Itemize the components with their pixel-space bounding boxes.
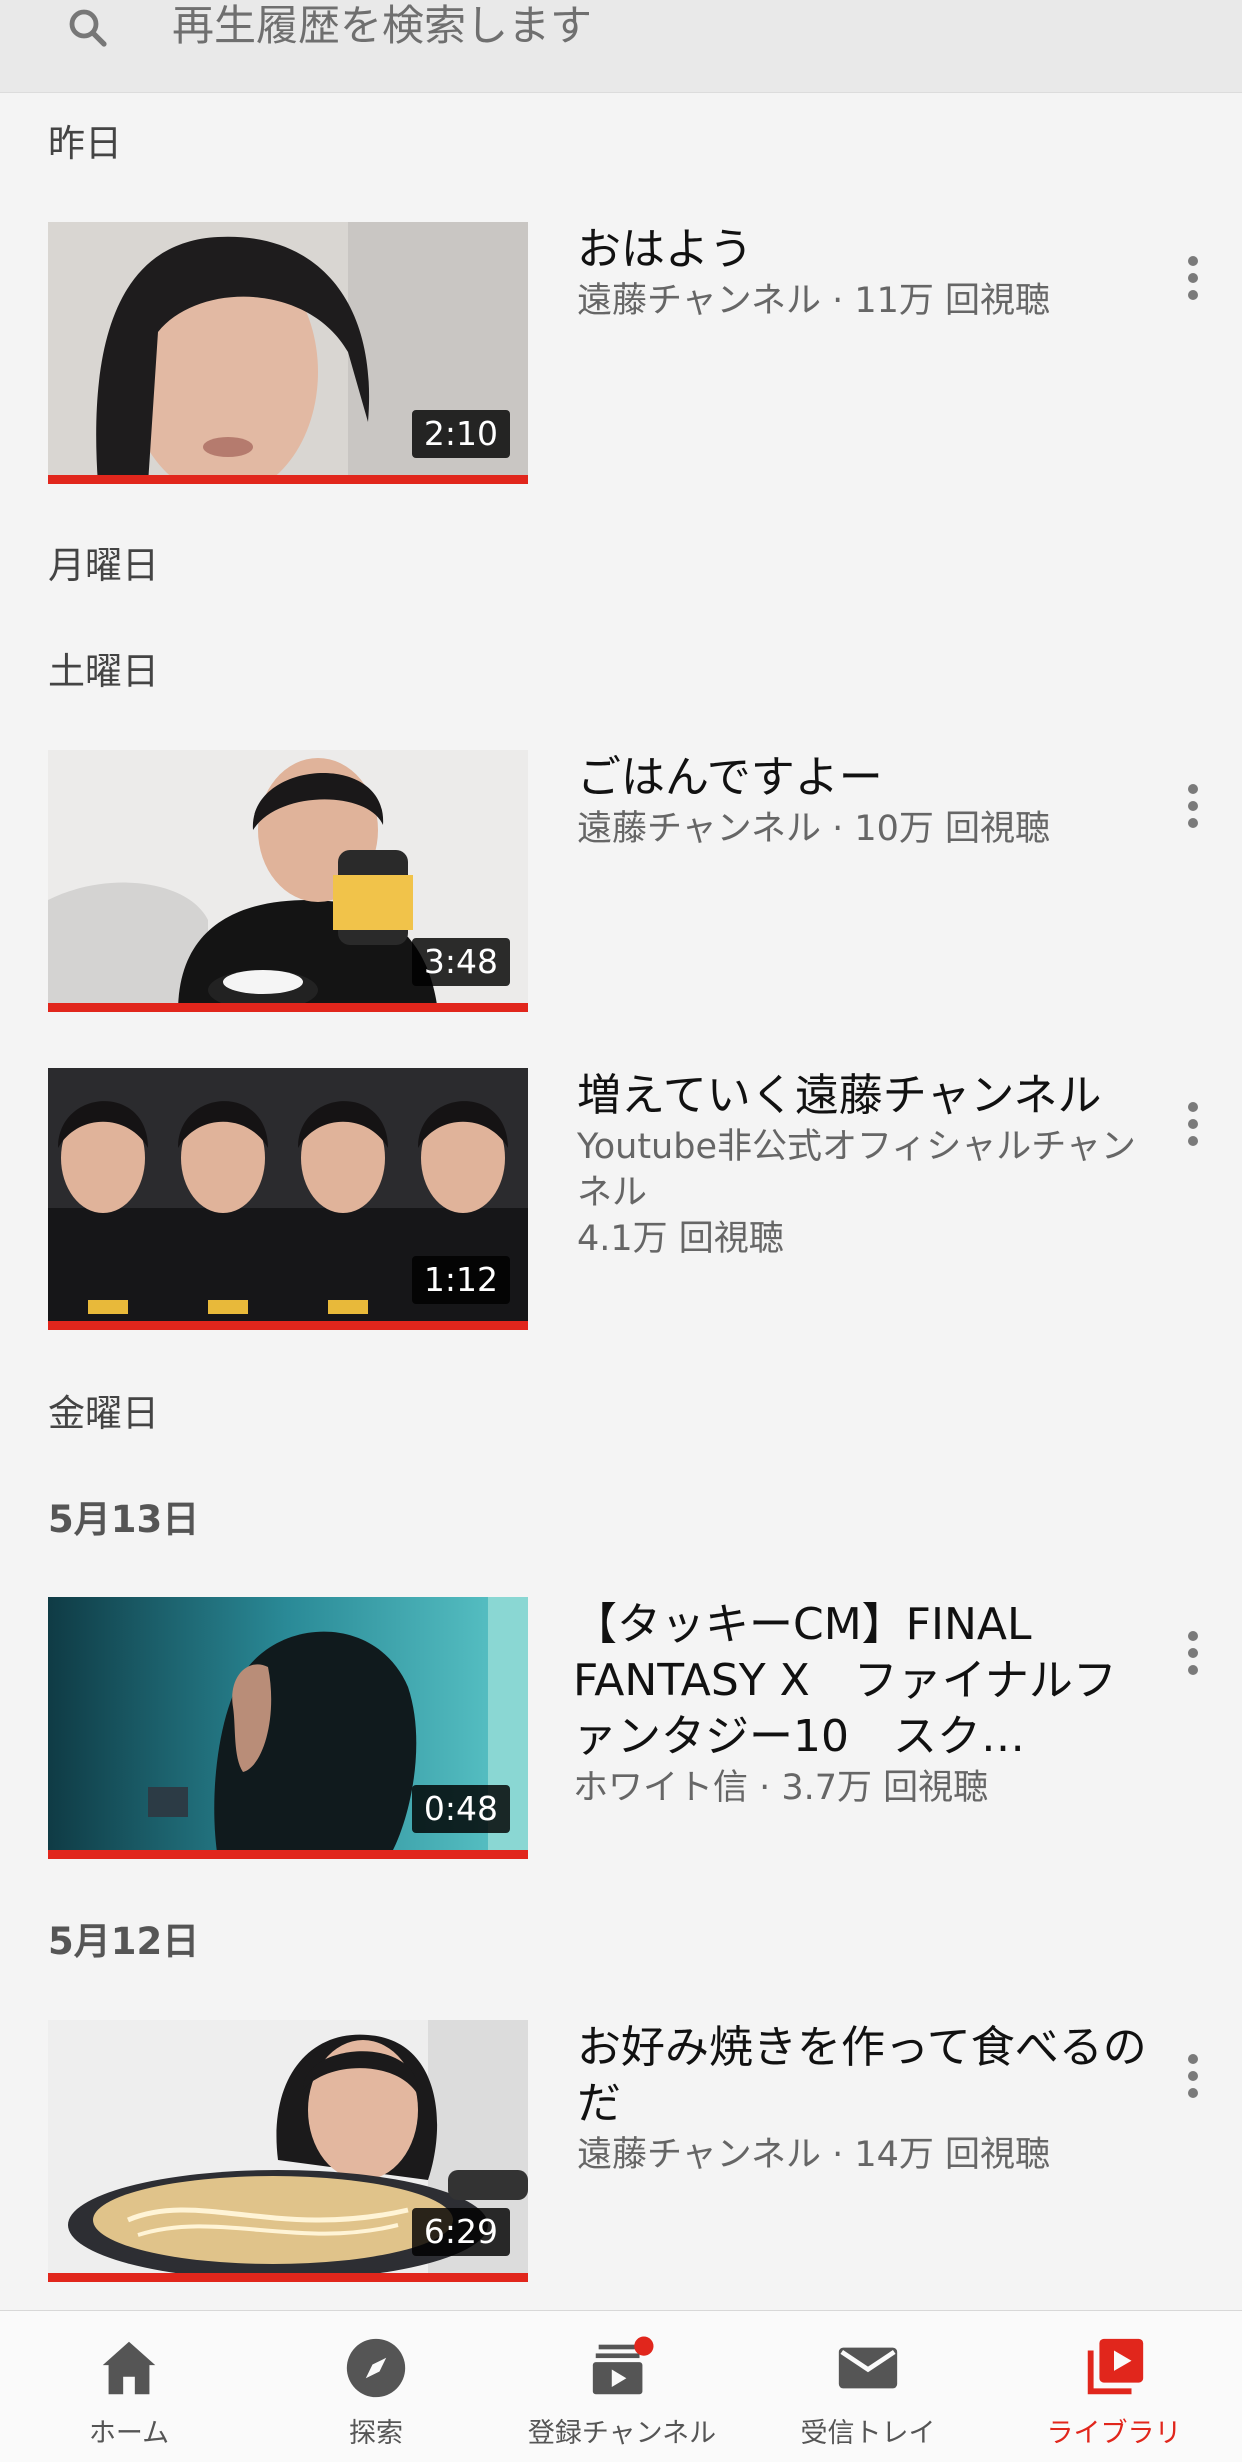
more-options-icon[interactable] <box>1178 1631 1208 1691</box>
compass-icon <box>346 2338 406 2398</box>
nav-inbox[interactable]: 受信トレイ <box>744 2311 992 2462</box>
home-icon <box>102 2341 156 2395</box>
video-duration: 3:48 <box>411 938 510 986</box>
video-title[interactable]: お好み焼きを作って食べるのだ <box>577 2020 1157 2132</box>
video-channel-views: 遠藤チャンネル · 11万 回視聴 <box>577 281 1050 321</box>
section-header-monday: 月曜日 <box>48 544 159 587</box>
video-channel-views: 遠藤チャンネル · 14万 回視聴 <box>577 2135 1050 2175</box>
section-header-yesterday: 昨日 <box>48 122 122 165</box>
nav-label: 登録チャンネル <box>527 2418 717 2449</box>
video-title[interactable]: 増えていく遠藤チャンネル <box>577 1068 1157 1124</box>
subscriptions-icon <box>592 2336 654 2395</box>
section-header-may-12: 5月12日 <box>48 1920 200 1963</box>
nav-label: 受信トレイ <box>800 2418 936 2449</box>
video-title[interactable]: 【タッキーCM】FINAL FANTASY X ファイナルファンタジー10 スク… <box>573 1597 1153 1765</box>
video-thumbnail[interactable]: 1:12 <box>48 1068 528 1330</box>
mail-icon <box>838 2347 898 2389</box>
nav-label: ライブラリ <box>1046 2418 1182 2449</box>
video-thumbnail[interactable]: 6:29 <box>48 2020 528 2282</box>
history-video-item[interactable]: 3:48 ごはんですよー 遠藤チャンネル · 10万 回視聴 <box>48 750 1208 1020</box>
search-bar[interactable] <box>0 0 1242 93</box>
history-video-item[interactable]: 0:48 【タッキーCM】FINAL FANTASY X ファイナルファンタジー… <box>48 1597 1208 1867</box>
nav-library[interactable]: ライブラリ <box>990 2311 1238 2462</box>
video-thumbnail[interactable]: 3:48 <box>48 750 528 1012</box>
video-channel-views: 遠藤チャンネル · 10万 回視聴 <box>577 809 1050 849</box>
bottom-navigation: ホーム 探索 登録チャンネル 受信トレイ ライブラリ <box>0 2310 1242 2462</box>
more-options-icon[interactable] <box>1178 2054 1208 2114</box>
nav-home[interactable]: ホーム <box>5 2311 253 2462</box>
history-video-item[interactable]: 6:29 お好み焼きを作って食べるのだ 遠藤チャンネル · 14万 回視聴 <box>48 2020 1208 2290</box>
video-thumbnail[interactable]: 2:10 <box>48 222 528 484</box>
section-header-may-13: 5月13日 <box>48 1498 200 1541</box>
nav-subscriptions[interactable]: 登録チャンネル <box>498 2311 746 2462</box>
search-input[interactable] <box>172 0 1172 50</box>
history-video-item[interactable]: 2:10 おはよう 遠藤チャンネル · 11万 回視聴 <box>48 222 1208 492</box>
more-options-icon[interactable] <box>1178 784 1208 844</box>
video-thumbnail[interactable]: 0:48 <box>48 1597 528 1859</box>
section-header-saturday: 土曜日 <box>48 650 159 693</box>
video-duration: 2:10 <box>411 410 510 458</box>
video-channel: Youtube非公式オフィシャルチャンネル <box>577 1127 1136 1213</box>
nav-label: ホーム <box>88 2418 170 2449</box>
more-options-icon[interactable] <box>1178 1102 1208 1162</box>
history-video-item[interactable]: 1:12 増えていく遠藤チャンネル Youtube非公式オフィシャルチャンネル … <box>48 1068 1208 1338</box>
video-views: 4.1万 回視聴 <box>577 1219 784 1259</box>
more-options-icon[interactable] <box>1178 256 1208 316</box>
section-header-friday: 金曜日 <box>48 1392 159 1435</box>
nav-explore[interactable]: 探索 <box>252 2311 500 2462</box>
video-title[interactable]: おはよう <box>577 222 1157 278</box>
search-icon <box>69 9 107 47</box>
video-duration: 1:12 <box>411 1256 510 1304</box>
library-icon <box>1087 2338 1144 2395</box>
video-duration: 0:48 <box>411 1785 510 1833</box>
video-channel-views: ホワイト信 · 3.7万 回視聴 <box>573 1768 989 1808</box>
video-duration: 6:29 <box>411 2208 510 2256</box>
video-title[interactable]: ごはんですよー <box>577 750 1157 806</box>
nav-label: 探索 <box>349 2418 403 2449</box>
